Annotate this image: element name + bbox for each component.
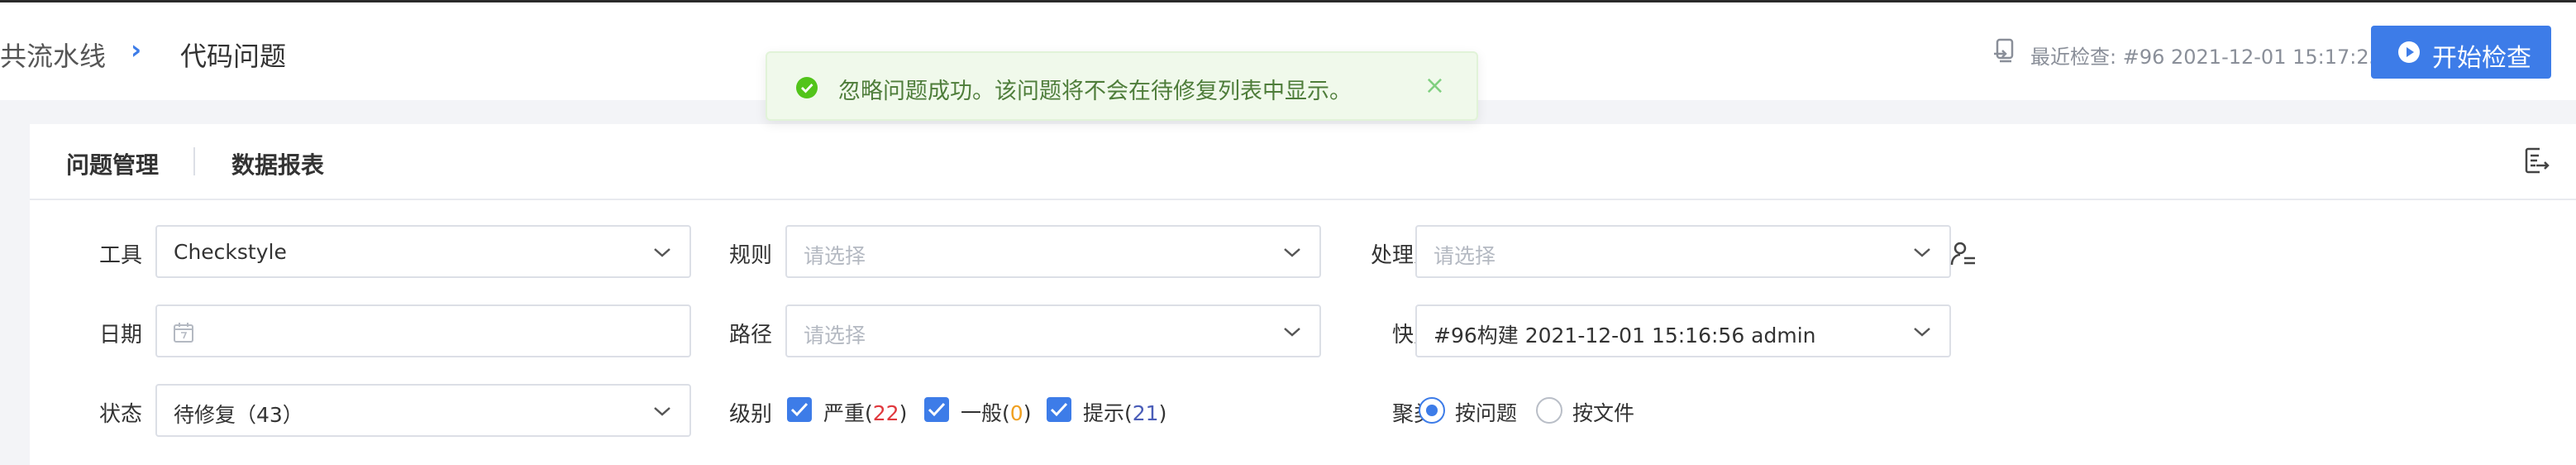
issues-panel: 问题管理 数据报表 工具 Checkstyle 规则 请选择 处理人 请选择 日… (30, 124, 2576, 465)
date-label: 日期 (98, 323, 142, 348)
breadcrumb-separator-icon: › (131, 34, 142, 65)
level-label: 级别 (728, 402, 772, 427)
level-hint-name: 提示 (1083, 401, 1125, 425)
start-check-button[interactable]: 开始检查 (2371, 26, 2551, 79)
level-hint-label: 提示(21) (1083, 401, 1167, 425)
chevron-down-icon (1284, 248, 1300, 257)
tab-issue-management[interactable]: 问题管理 (66, 147, 159, 180)
status-value: 待修复（43） (174, 403, 303, 427)
last-check-info: 最近检查: #96 2021-12-01 15:17:25 (2030, 46, 2382, 69)
page-title: 代码问题 (180, 41, 287, 72)
play-circle-icon (2398, 41, 2420, 63)
success-toast: 忽略问题成功。该问题将不会在待修复列表中显示。 × (766, 51, 1478, 121)
level-normal-name: 一般 (961, 401, 1003, 425)
tab-divider (193, 147, 195, 175)
history-icon (1994, 38, 2014, 63)
status-select[interactable]: 待修复（43） (155, 384, 691, 437)
export-icon[interactable] (2521, 146, 2551, 175)
status-label: 状态 (98, 402, 142, 427)
rule-label: 规则 (728, 243, 772, 268)
assign-user-icon[interactable] (1949, 240, 1977, 268)
snapshot-value: #96构建 2021-12-01 15:16:56 admin (1433, 324, 1816, 348)
rule-placeholder: 请选择 (804, 244, 866, 268)
tab-data-report[interactable]: 数据报表 (231, 147, 324, 180)
snapshot-select[interactable]: #96构建 2021-12-01 15:16:56 admin (1415, 304, 1951, 357)
level-severe-count: 22 (872, 401, 899, 425)
calendar-icon (174, 323, 193, 343)
toast-message: 忽略问题成功。该问题将不会在待修复列表中显示。 (838, 79, 1352, 104)
checkbox-check-icon (928, 402, 946, 417)
handler-placeholder: 请选择 (1433, 244, 1496, 268)
chevron-down-icon (654, 407, 670, 416)
chevron-down-icon (1284, 328, 1300, 337)
cluster-by-file-radio[interactable] (1536, 397, 1562, 424)
cluster-by-issue-radio[interactable] (1419, 397, 1445, 424)
checkbox-check-icon (1050, 402, 1068, 417)
chevron-down-icon (654, 248, 670, 257)
cluster-by-file-label: 按文件 (1572, 401, 1635, 425)
level-normal-checkbox[interactable] (924, 397, 949, 422)
path-placeholder: 请选择 (804, 324, 866, 348)
tool-select[interactable]: Checkstyle (155, 225, 691, 278)
checkbox-check-icon (790, 402, 809, 417)
close-icon[interactable]: × (1424, 71, 1445, 100)
chevron-down-icon (1914, 328, 1930, 337)
tool-label: 工具 (98, 243, 142, 268)
check-circle-icon (796, 77, 818, 98)
level-severe-name: 严重 (823, 401, 866, 425)
level-severe-label: 严重(22) (823, 401, 908, 425)
chevron-down-icon (1914, 248, 1930, 257)
level-hint-count: 21 (1132, 401, 1159, 425)
tab-bar: 问题管理 数据报表 (30, 124, 2576, 200)
breadcrumb-root[interactable]: 共流水线 (0, 36, 106, 74)
start-check-label: 开始检查 (2432, 44, 2531, 73)
level-hint-checkbox[interactable] (1047, 397, 1071, 422)
path-label: 路径 (728, 323, 772, 348)
date-picker[interactable] (155, 304, 691, 357)
rule-select[interactable]: 请选择 (785, 225, 1321, 278)
cluster-by-issue-label: 按问题 (1455, 401, 1518, 425)
level-severe-checkbox[interactable] (787, 397, 812, 422)
tool-value: Checkstyle (174, 240, 287, 264)
handler-select[interactable]: 请选择 (1415, 225, 1951, 278)
level-normal-count: 0 (1009, 401, 1023, 425)
path-select[interactable]: 请选择 (785, 304, 1321, 357)
level-normal-label: 一般(0) (961, 401, 1032, 425)
